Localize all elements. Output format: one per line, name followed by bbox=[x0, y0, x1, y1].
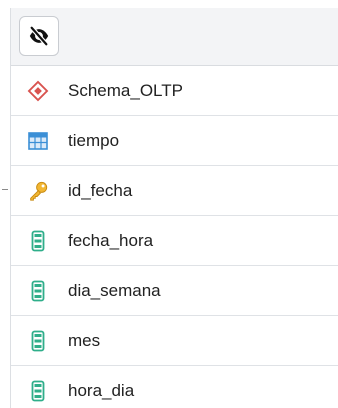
object-explorer-pane: Schema_OLTP tiempo id_fecha fecha_hora d… bbox=[0, 0, 338, 408]
eye-slash-icon bbox=[28, 25, 50, 47]
table-icon bbox=[27, 130, 49, 152]
tree-item-label: id_fecha bbox=[68, 180, 133, 200]
tree-item-label: tiempo bbox=[68, 130, 120, 150]
tree-item-label: hora_dia bbox=[68, 381, 135, 400]
tree-connector-line bbox=[2, 189, 8, 190]
tree-item-column[interactable]: mes bbox=[11, 316, 338, 366]
tree-item-column[interactable]: fecha_hora bbox=[11, 216, 338, 266]
column-icon bbox=[27, 380, 49, 402]
schema-icon bbox=[27, 80, 49, 102]
tree-item-label: Schema_OLTP bbox=[68, 80, 183, 100]
tree-item-label: mes bbox=[68, 330, 101, 350]
column-icon bbox=[27, 330, 49, 352]
column-icon bbox=[27, 280, 49, 302]
tree-item-schema[interactable]: Schema_OLTP bbox=[11, 66, 338, 116]
tree-item-label: dia_semana bbox=[68, 280, 161, 300]
column-icon bbox=[27, 230, 49, 252]
primary-key-icon bbox=[27, 180, 49, 202]
schema-tree-panel: Schema_OLTP tiempo id_fecha fecha_hora d… bbox=[10, 8, 338, 408]
tree-item-primary-key-column[interactable]: id_fecha bbox=[11, 166, 338, 216]
tree-item-column[interactable]: hora_dia bbox=[11, 366, 338, 408]
tree-item-label: fecha_hora bbox=[68, 230, 154, 250]
tree-item-column[interactable]: dia_semana bbox=[11, 266, 338, 316]
toggle-visibility-button[interactable] bbox=[19, 16, 59, 56]
tree-toolbar bbox=[11, 8, 338, 66]
tree-item-table[interactable]: tiempo bbox=[11, 116, 338, 166]
